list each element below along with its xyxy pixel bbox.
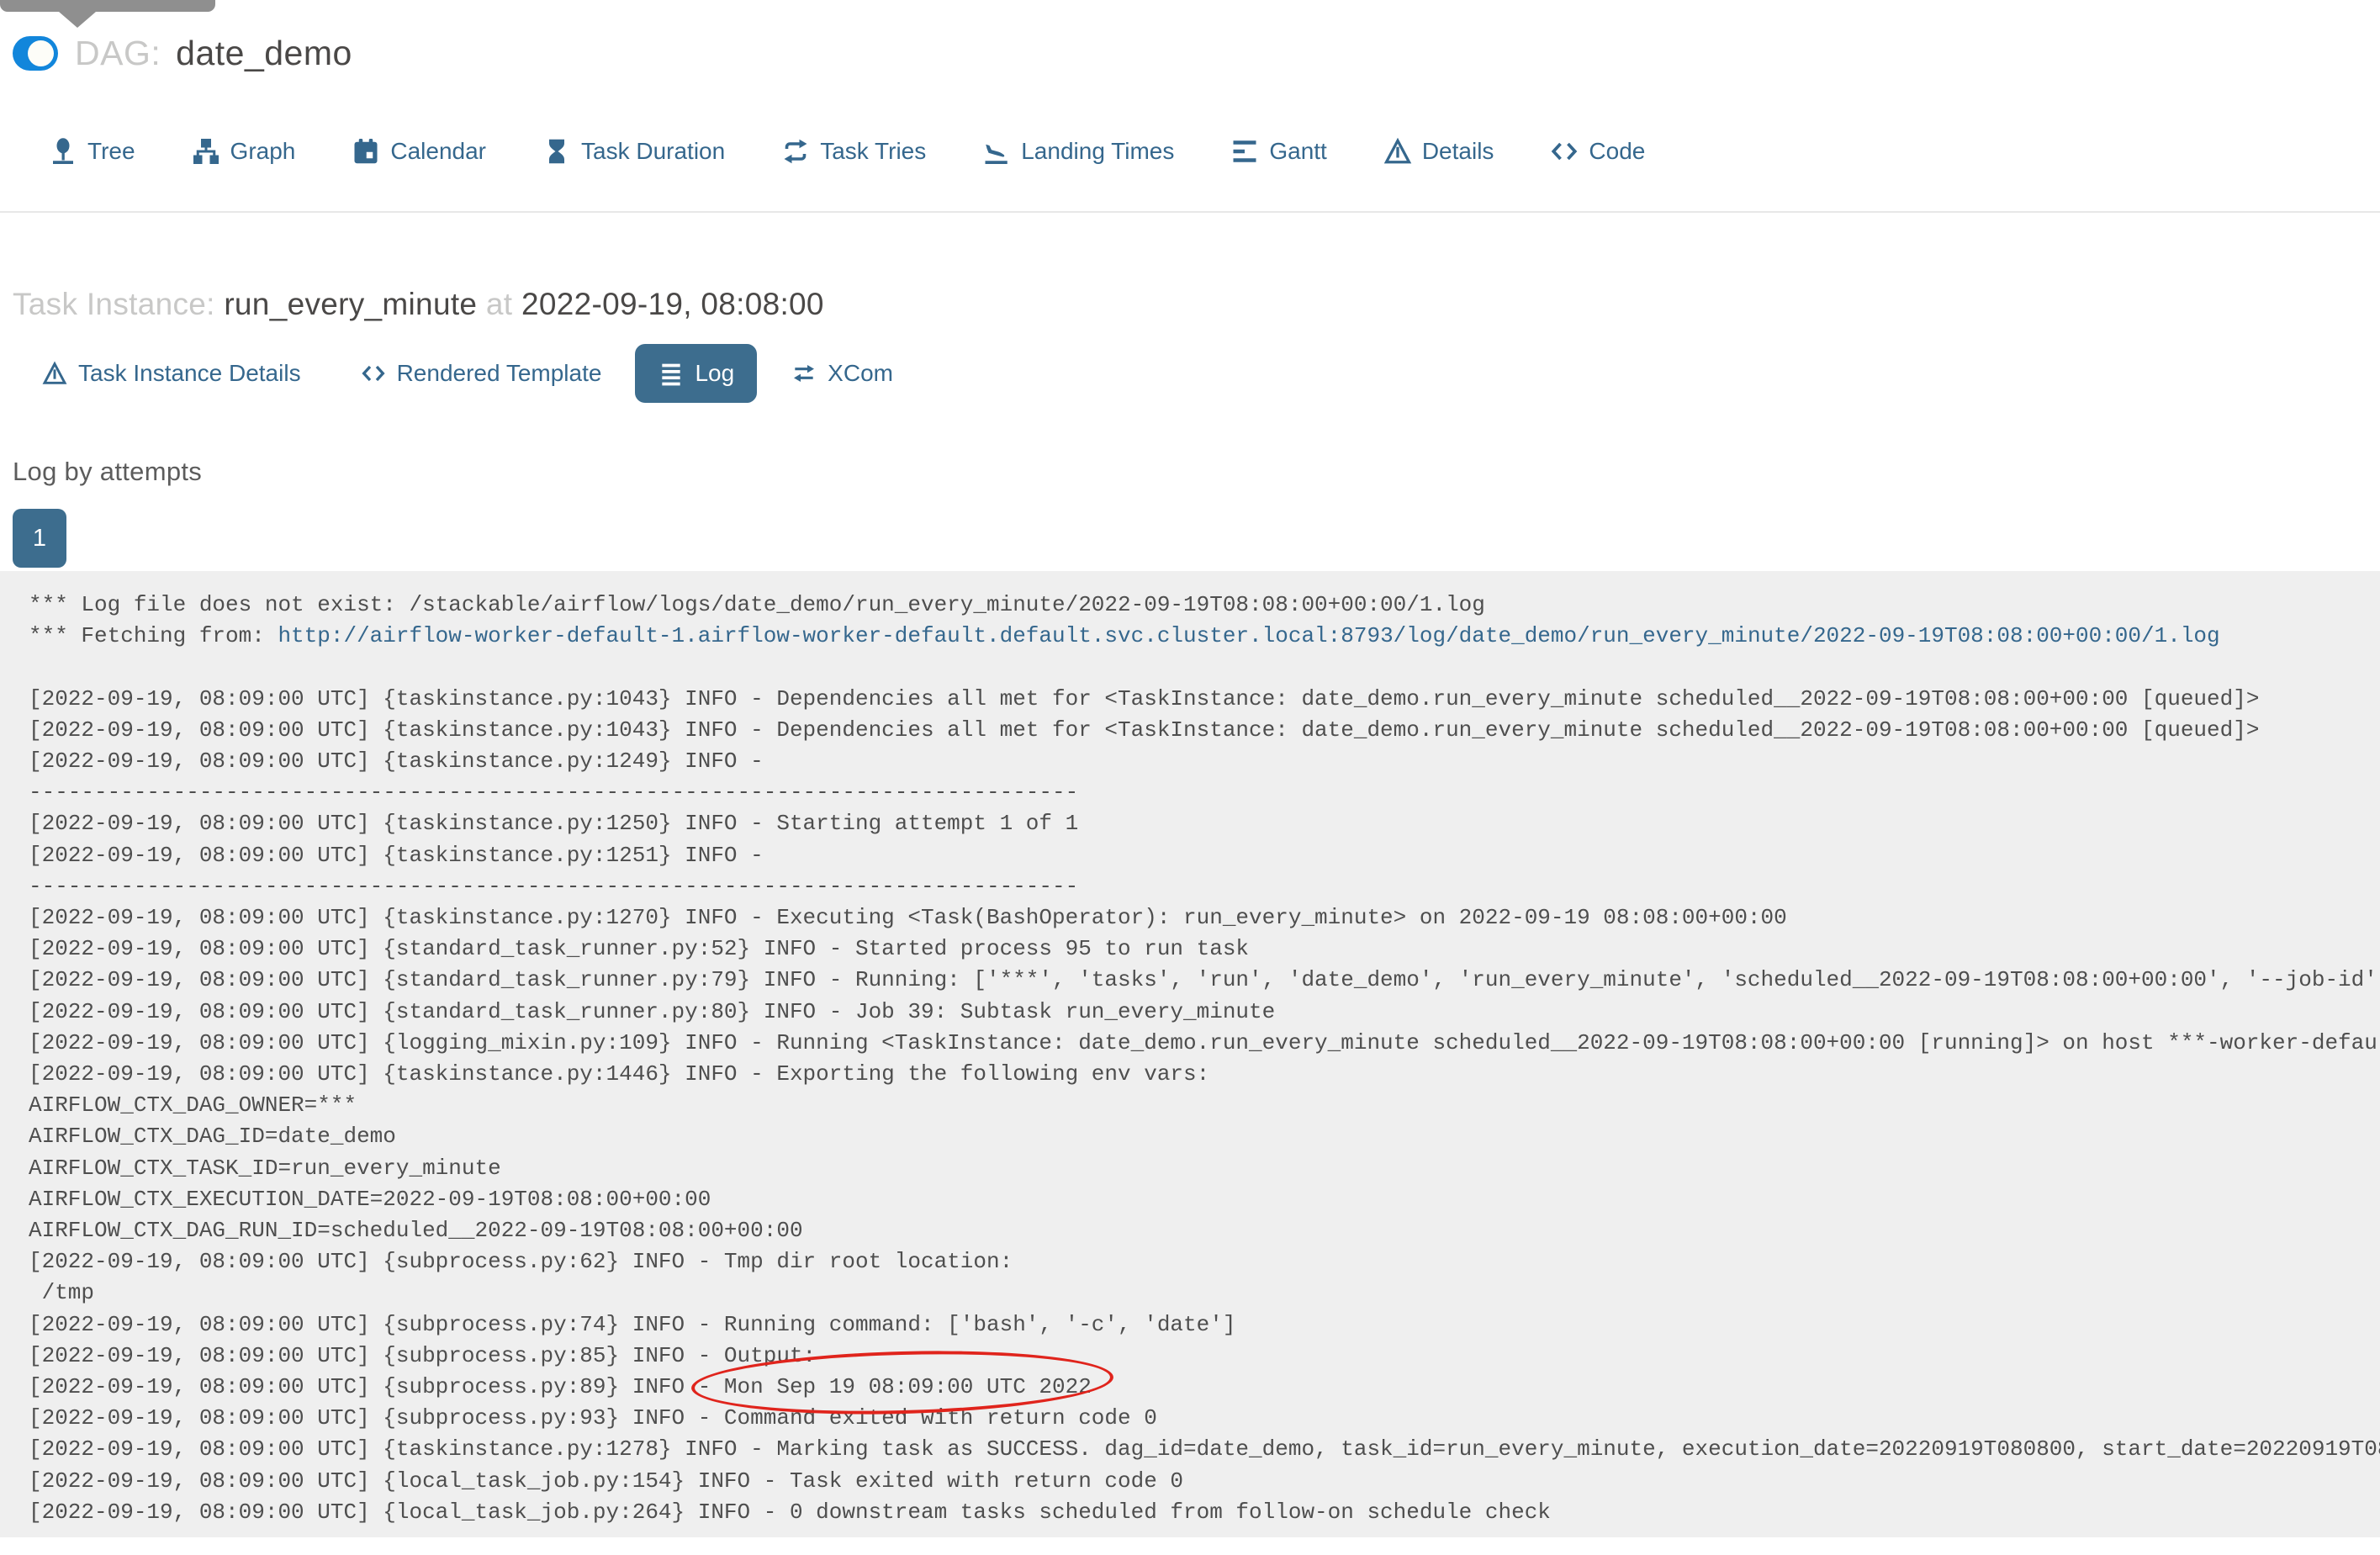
nav-item-task-tries-label: Task Tries	[820, 138, 927, 164]
tooltip-remnant	[0, 0, 215, 28]
log-line: [2022-09-19, 08:09:00 UTC] {logging_mixi…	[29, 1029, 2380, 1055]
attempt-button-1[interactable]: 1	[13, 509, 66, 568]
log-line: [2022-09-19, 08:09:00 UTC] {taskinstance…	[29, 811, 1079, 837]
log-line: AIRFLOW_CTX_DAG_RUN_ID=scheduled__2022-0…	[29, 1218, 803, 1244]
dag-pause-toggle[interactable]	[13, 35, 58, 71]
log-line: [2022-09-19, 08:09:00 UTC] {standard_tas…	[29, 936, 1250, 962]
airflow-task-log-page: DAG: date_demo Tree Graph Calendar Task Dur…	[0, 0, 2380, 1537]
log-output: *** Log file does not exist: /stackable/…	[0, 571, 2380, 1537]
task-instance-date: 2022-09-19, 08:08:00	[521, 287, 824, 321]
nav-item-tree[interactable]: Tree	[48, 136, 135, 167]
nav-item-calendar-label: Calendar	[390, 138, 487, 164]
nav-item-graph[interactable]: Graph	[191, 136, 296, 167]
subtab-log-label: Log	[695, 360, 735, 386]
log-line: [2022-09-19, 08:09:00 UTC] {subprocess.p…	[29, 1405, 1157, 1431]
repeat-icon	[780, 136, 811, 167]
log-line: [2022-09-19, 08:09:00 UTC] {subprocess.p…	[29, 1342, 817, 1368]
log-line: /tmp	[29, 1280, 95, 1306]
gantt-icon	[1230, 136, 1260, 167]
page-title: DAG: date_demo	[75, 34, 352, 73]
nav-item-code-label: Code	[1589, 138, 1646, 164]
log-lines: *** Log file does not exist: /stackable/…	[29, 590, 2380, 1528]
hourglass-icon	[542, 136, 572, 167]
nav-item-task-duration-label: Task Duration	[581, 138, 726, 164]
tooltip-arrow	[59, 12, 96, 28]
log-line: [2022-09-19, 08:09:00 UTC] {taskinstance…	[29, 905, 1787, 931]
task-instance-heading: Task Instance: run_every_minute at 2022-…	[0, 213, 2380, 322]
log-line: [2022-09-19, 08:09:00 UTC] {taskinstance…	[29, 685, 2260, 711]
subtab-rendered-template[interactable]: Rendered Template	[360, 360, 602, 387]
dag-header: DAG: date_demo	[0, 0, 2380, 74]
tree-icon	[48, 136, 78, 167]
task-instance-name: run_every_minute	[224, 287, 478, 321]
nav-item-details[interactable]: Details	[1383, 136, 1494, 167]
log-line: [2022-09-19, 08:09:00 UTC] {taskinstance…	[29, 717, 2260, 743]
log-line: [2022-09-19, 08:09:00 UTC] {taskinstance…	[29, 842, 777, 868]
subtab-xcom[interactable]: XCom	[791, 360, 893, 387]
plane-landing-icon	[981, 136, 1012, 167]
nav-item-details-label: Details	[1421, 138, 1494, 164]
nav-tabs: Tree Graph Calendar Task Duration Task Tries…	[0, 136, 2380, 213]
log-line: AIRFLOW_CTX_DAG_OWNER=***	[29, 1092, 357, 1119]
log-line: AIRFLOW_CTX_EXECUTION_DATE=2022-09-19T08…	[29, 1186, 711, 1212]
log-line: [2022-09-19, 08:09:00 UTC] {subprocess.p…	[29, 1249, 1026, 1275]
log-line: AIRFLOW_CTX_DAG_ID=date_demo	[29, 1124, 396, 1150]
attempt-tabs: 1	[0, 509, 2380, 568]
subtab-log[interactable]: Log	[635, 344, 758, 403]
log-line: *** Log file does not exist: /stackable/…	[29, 592, 1485, 617]
exchange-icon	[791, 360, 817, 387]
log-line: [2022-09-19, 08:09:00 UTC] {taskinstance…	[29, 1061, 1210, 1087]
log-line: [2022-09-19, 08:09:00 UTC] {local_task_j…	[29, 1468, 1184, 1494]
log-fetch-url-link[interactable]: http://airflow-worker-default-1.airflow-…	[278, 623, 2219, 648]
task-instance-at: at	[485, 287, 513, 321]
log-line: *** Fetching from: http://airflow-worker…	[29, 623, 2220, 649]
nav-item-gantt-label: Gantt	[1269, 138, 1327, 164]
nav-item-landing-times[interactable]: Landing Times	[981, 136, 1174, 167]
subtab-task-instance-details-label: Task Instance Details	[78, 360, 301, 386]
subtab-xcom-label: XCom	[828, 360, 893, 386]
graph-icon	[191, 136, 221, 167]
triangle-icon	[41, 360, 68, 387]
nav-item-task-tries[interactable]: Task Tries	[780, 136, 926, 167]
log-line: [2022-09-19, 08:09:00 UTC] {taskinstance…	[29, 1436, 2380, 1462]
dag-name: date_demo	[176, 33, 352, 72]
log-line: [2022-09-19, 08:09:00 UTC] {local_task_j…	[29, 1499, 1551, 1525]
nav-item-calendar[interactable]: Calendar	[351, 136, 486, 167]
log-line: [2022-09-19, 08:09:00 UTC] {standard_tas…	[29, 998, 1276, 1024]
nav-item-gantt[interactable]: Gantt	[1230, 136, 1327, 167]
code-icon	[360, 360, 387, 387]
calendar-icon	[351, 136, 381, 167]
log-line: [2022-09-19, 08:09:00 UTC] {taskinstance…	[29, 748, 777, 775]
dag-label: DAG:	[75, 33, 161, 72]
code-icon	[1549, 136, 1579, 167]
subtabs: Task Instance Details Rendered Template Lo…	[0, 344, 2380, 403]
toggle-knob-icon	[28, 40, 54, 66]
nav-item-task-duration[interactable]: Task Duration	[542, 136, 725, 167]
list-icon	[658, 360, 685, 387]
triangle-icon	[1383, 136, 1413, 167]
nav-item-tree-label: Tree	[87, 138, 135, 164]
task-instance-label: Task Instance:	[13, 287, 215, 321]
log-line: ----------------------------------------…	[29, 780, 1079, 806]
log-line: [2022-09-19, 08:09:00 UTC] {subprocess.p…	[29, 1374, 1092, 1400]
nav-item-landing-times-label: Landing Times	[1021, 138, 1175, 164]
nav-item-code[interactable]: Code	[1549, 136, 1645, 167]
log-line: ----------------------------------------…	[29, 873, 1079, 899]
subtab-task-instance-details[interactable]: Task Instance Details	[41, 360, 301, 387]
log-by-attempts-heading: Log by attempts	[13, 457, 203, 486]
nav-item-graph-label: Graph	[230, 138, 296, 164]
log-line: [2022-09-19, 08:09:00 UTC] {subprocess.p…	[29, 1311, 1236, 1337]
subtab-rendered-template-label: Rendered Template	[396, 360, 602, 386]
log-line: AIRFLOW_CTX_TASK_ID=run_every_minute	[29, 1155, 501, 1181]
log-line: [2022-09-19, 08:09:00 UTC] {standard_tas…	[29, 967, 2380, 993]
